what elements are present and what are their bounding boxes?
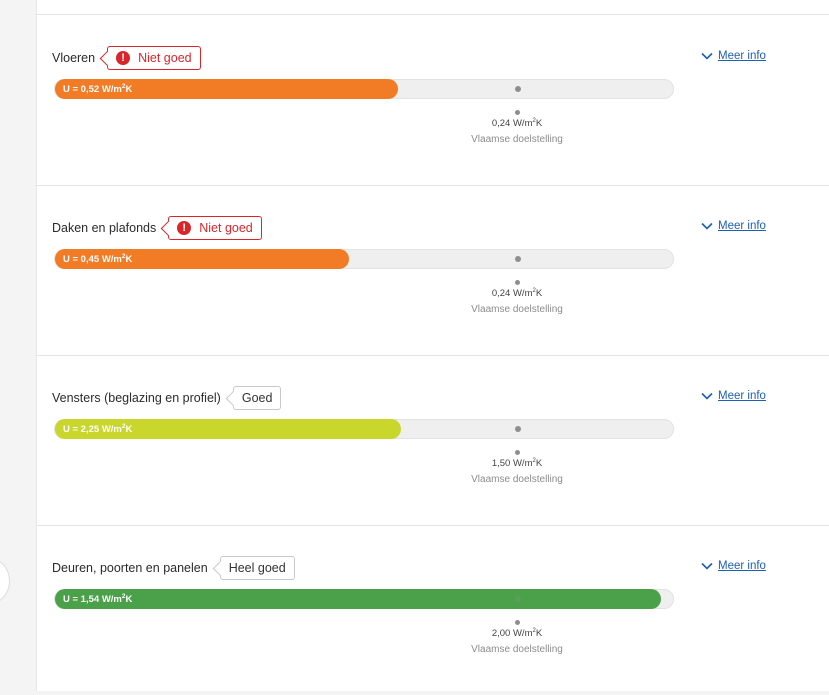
target-block: 1,50 W/m2K Vlaamse doelstelling: [447, 450, 587, 485]
status-label: Heel goed: [228, 561, 286, 575]
chevron-down-icon: [701, 562, 713, 570]
u-value-track: U = 0,52 W/m2K: [54, 79, 674, 99]
section-header: Daken en plafonds ! Niet goed: [52, 214, 262, 242]
target-pointer: [514, 620, 520, 625]
chevron-down-icon: [701, 392, 713, 400]
status-badge: Heel goed: [219, 556, 295, 580]
target-pointer: [514, 110, 520, 115]
status-label: Niet goed: [199, 221, 253, 235]
carousel-nav-button[interactable]: [0, 556, 10, 606]
target-label: Vlaamse doelstelling: [471, 474, 563, 486]
target-label: Vlaamse doelstelling: [471, 134, 563, 146]
insulation-results-card: Vloeren ! Niet goed U = 0,52 W/m2K 0,24 …: [36, 0, 829, 691]
target-marker: [515, 426, 521, 432]
target-block: 2,00 W/m2K Vlaamse doelstelling: [447, 620, 587, 655]
section-title: Vloeren: [52, 51, 96, 65]
target-marker: [515, 86, 521, 92]
u-value-track: U = 1,54 W/m2K: [54, 589, 674, 609]
more-info-label[interactable]: Meer info: [718, 50, 766, 62]
more-info-link[interactable]: Meer info: [701, 50, 766, 62]
more-info-link[interactable]: Meer info: [701, 560, 766, 572]
section-title: Daken en plafonds: [52, 221, 157, 235]
status-badge: Goed: [232, 386, 282, 410]
target-value: 0,24 W/m2K: [491, 118, 543, 130]
section-header: Vloeren ! Niet goed: [52, 44, 201, 72]
target-label: Vlaamse doelstelling: [471, 644, 563, 656]
component-section: Vensters (beglazing en profiel) Goed U =…: [37, 355, 829, 525]
target-label: Vlaamse doelstelling: [471, 304, 563, 316]
target-block: 0,24 W/m2K Vlaamse doelstelling: [447, 280, 587, 315]
u-value-bar: U = 0,45 W/m2K: [55, 249, 349, 269]
u-value-label: U = 0,52 W/m2K: [63, 82, 133, 96]
section-title: Deuren, poorten en panelen: [52, 561, 208, 575]
more-info-link[interactable]: Meer info: [701, 220, 766, 232]
section-title: Vensters (beglazing en profiel): [52, 391, 221, 405]
component-section: Vloeren ! Niet goed U = 0,52 W/m2K 0,24 …: [37, 15, 829, 185]
status-badge: ! Niet goed: [168, 216, 262, 240]
u-value-bar: U = 1,54 W/m2K: [55, 589, 661, 609]
target-marker: [515, 256, 521, 262]
target-pointer: [514, 280, 520, 285]
status-label: Goed: [241, 391, 273, 405]
u-value-bar: U = 0,52 W/m2K: [55, 79, 398, 99]
exclamation-icon: !: [177, 221, 192, 235]
status-badge: ! Niet goed: [107, 46, 201, 70]
section-header: Deuren, poorten en panelen Heel goed: [52, 554, 295, 582]
u-value-label: U = 2,25 W/m2K: [63, 422, 133, 436]
u-value-bar: U = 2,25 W/m2K: [55, 419, 401, 439]
u-value-track: U = 0,45 W/m2K: [54, 249, 674, 269]
status-label: Niet goed: [138, 51, 192, 65]
more-info-label[interactable]: Meer info: [718, 220, 766, 232]
section-header: Vensters (beglazing en profiel) Goed: [52, 384, 282, 412]
chevron-down-icon: [701, 52, 713, 60]
u-value-label: U = 0,45 W/m2K: [63, 252, 133, 266]
more-info-label[interactable]: Meer info: [718, 560, 766, 572]
component-section: Deuren, poorten en panelen Heel goed U =…: [37, 525, 829, 695]
target-marker: [515, 596, 521, 602]
chevron-down-icon: [701, 222, 713, 230]
more-info-link[interactable]: Meer info: [701, 390, 766, 402]
target-pointer: [514, 450, 520, 455]
u-value-track: U = 2,25 W/m2K: [54, 419, 674, 439]
target-value: 1,50 W/m2K: [491, 458, 543, 470]
target-value: 2,00 W/m2K: [491, 628, 543, 640]
more-info-label[interactable]: Meer info: [718, 390, 766, 402]
component-section: Daken en plafonds ! Niet goed U = 0,45 W…: [37, 185, 829, 355]
target-value: 0,24 W/m2K: [491, 288, 543, 300]
exclamation-icon: !: [116, 51, 131, 65]
u-value-label: U = 1,54 W/m2K: [63, 592, 133, 606]
target-block: 0,24 W/m2K Vlaamse doelstelling: [447, 110, 587, 145]
